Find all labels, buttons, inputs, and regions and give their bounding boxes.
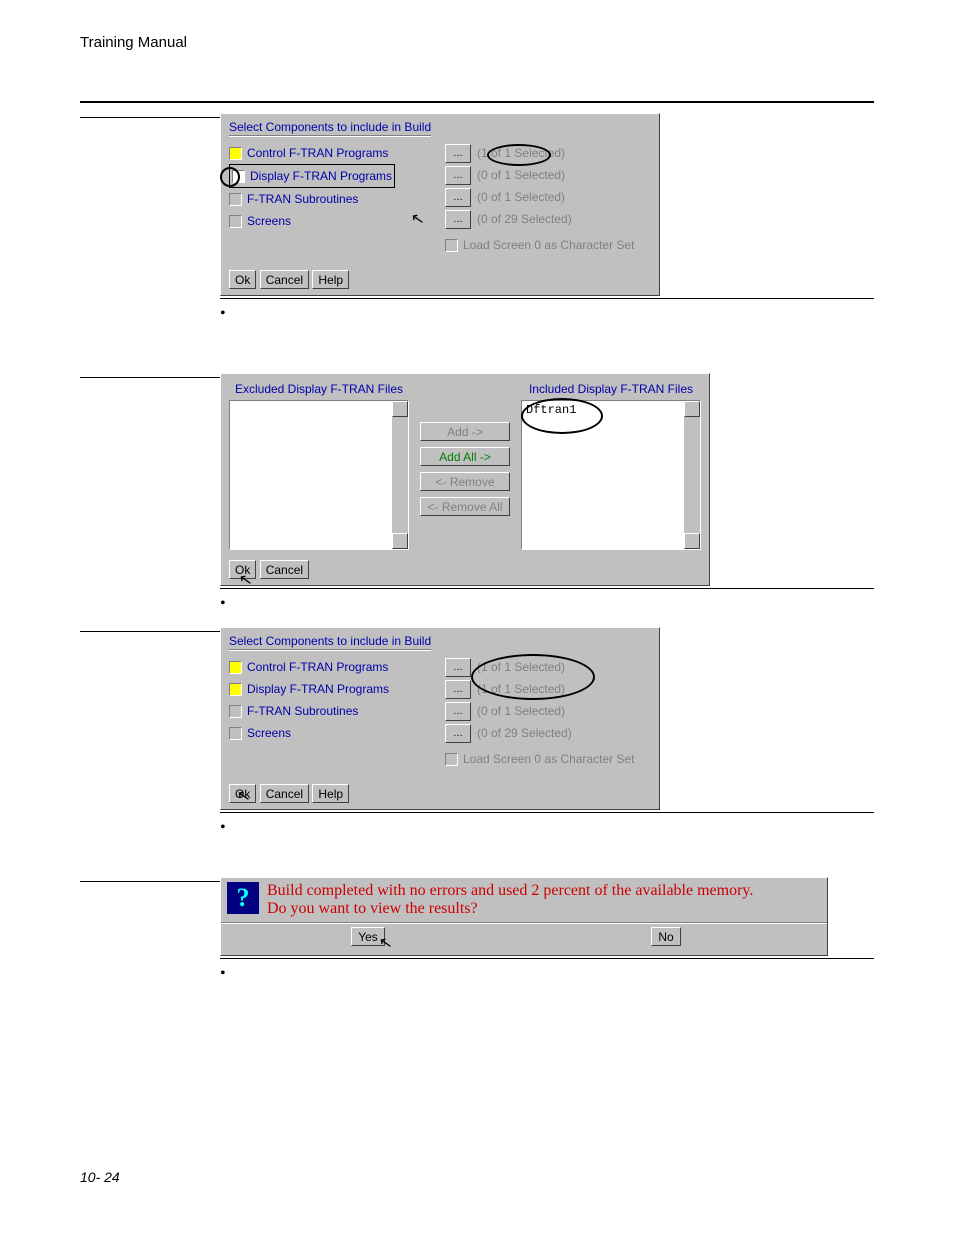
cancel-button[interactable]: Cancel	[260, 270, 309, 289]
message-line-2: Do you want to view the results?	[267, 900, 478, 917]
checkbox-charset[interactable]	[445, 239, 458, 252]
rule	[80, 631, 220, 632]
ellipsis-button[interactable]: …	[445, 210, 471, 229]
checkbox-control-ftran[interactable]	[229, 147, 242, 160]
bullet: •	[220, 595, 874, 613]
cancel-button[interactable]: Cancel	[260, 784, 309, 803]
status-text: (0 of 29 Selected)	[477, 212, 572, 226]
rule	[80, 117, 220, 118]
dialog-title: Select Components to include in Build	[229, 634, 431, 650]
ellipsis-button[interactable]: …	[445, 188, 471, 207]
label-charset: Load Screen 0 as Character Set	[463, 238, 634, 252]
cancel-button[interactable]: Cancel	[260, 560, 309, 579]
status-text: (0 of 1 Selected)	[477, 190, 565, 204]
bullet: •	[220, 965, 874, 983]
label-display-ftran: Display F-TRAN Programs	[250, 169, 392, 183]
status-text: (0 of 29 Selected)	[477, 726, 572, 740]
add-button[interactable]: Add ->	[420, 422, 510, 441]
ok-button[interactable]: Ok	[229, 560, 256, 579]
help-button[interactable]: Help	[312, 270, 349, 289]
excluded-label: Excluded Display F-TRAN Files	[229, 382, 409, 396]
excluded-listbox[interactable]	[229, 400, 409, 550]
status-text: (1 of 1 Selected)	[477, 146, 565, 160]
bullet: •	[220, 305, 874, 323]
label-control-ftran: Control F-TRAN Programs	[247, 660, 388, 674]
checkbox-screens[interactable]	[229, 727, 242, 740]
label-ftran-subroutines: F-TRAN Subroutines	[247, 704, 358, 718]
rule	[220, 812, 874, 813]
ellipsis-button[interactable]: …	[445, 144, 471, 163]
bullet: •	[220, 819, 874, 837]
rule	[80, 377, 220, 378]
checkbox-ftran-subroutines[interactable]	[229, 193, 242, 206]
status-text: (0 of 1 Selected)	[477, 704, 565, 718]
help-button[interactable]: Help	[312, 784, 349, 803]
remove-button[interactable]: <- Remove	[420, 472, 510, 491]
rule	[80, 101, 874, 103]
list-item[interactable]: Dftran1	[526, 403, 576, 417]
remove-all-button[interactable]: <- Remove All	[420, 497, 510, 516]
label-control-ftran: Control F-TRAN Programs	[247, 146, 388, 160]
status-text: (0 of 1 Selected)	[477, 168, 565, 182]
ellipsis-button[interactable]: …	[445, 724, 471, 743]
label-display-ftran: Display F-TRAN Programs	[247, 682, 389, 696]
status-text: (1 of 1 Selected)	[477, 660, 565, 674]
label-screens: Screens	[247, 214, 291, 228]
label-charset: Load Screen 0 as Character Set	[463, 752, 634, 766]
checkbox-ftran-subroutines[interactable]	[229, 705, 242, 718]
scrollbar[interactable]	[684, 401, 700, 549]
ellipsis-button[interactable]: …	[445, 166, 471, 185]
label-ftran-subroutines: F-TRAN Subroutines	[247, 192, 358, 206]
select-components-dialog-2: Select Components to include in Build Co…	[220, 627, 660, 810]
rule	[220, 958, 874, 959]
yes-button[interactable]: Yes	[351, 927, 385, 946]
ok-button[interactable]: Ok	[229, 270, 256, 289]
included-listbox[interactable]: Dftran1	[521, 400, 701, 550]
included-label: Included Display F-TRAN Files	[521, 382, 701, 396]
ellipsis-button[interactable]: …	[445, 702, 471, 721]
message-line-1: Build completed with no errors and used …	[267, 882, 753, 899]
label-screens: Screens	[247, 726, 291, 740]
checkbox-charset[interactable]	[445, 753, 458, 766]
dialog-title: Select Components to include in Build	[229, 120, 431, 136]
page-number: 10- 24	[80, 1169, 120, 1185]
status-text: (1 of 1 Selected)	[477, 682, 565, 696]
question-icon: ?	[227, 882, 259, 914]
no-button[interactable]: No	[651, 927, 681, 946]
checkbox-display-ftran[interactable]	[232, 170, 245, 183]
build-result-message: ? Build completed with no errors and use…	[220, 877, 828, 956]
rule	[220, 298, 874, 299]
rule	[80, 881, 220, 882]
rule	[220, 588, 874, 589]
page-header: Training Manual	[80, 34, 874, 51]
select-components-dialog-1: Select Components to include in Build Co…	[220, 113, 660, 296]
include-exclude-dialog: Excluded Display F-TRAN Files Add -> Add…	[220, 373, 710, 586]
scrollbar[interactable]	[392, 401, 408, 549]
ellipsis-button[interactable]: …	[445, 658, 471, 677]
checkbox-display-ftran[interactable]	[229, 683, 242, 696]
checkbox-screens[interactable]	[229, 215, 242, 228]
add-all-button[interactable]: Add All ->	[420, 447, 510, 466]
ellipsis-button[interactable]: …	[445, 680, 471, 699]
checkbox-control-ftran[interactable]	[229, 661, 242, 674]
ok-button[interactable]: Ok	[229, 784, 256, 803]
